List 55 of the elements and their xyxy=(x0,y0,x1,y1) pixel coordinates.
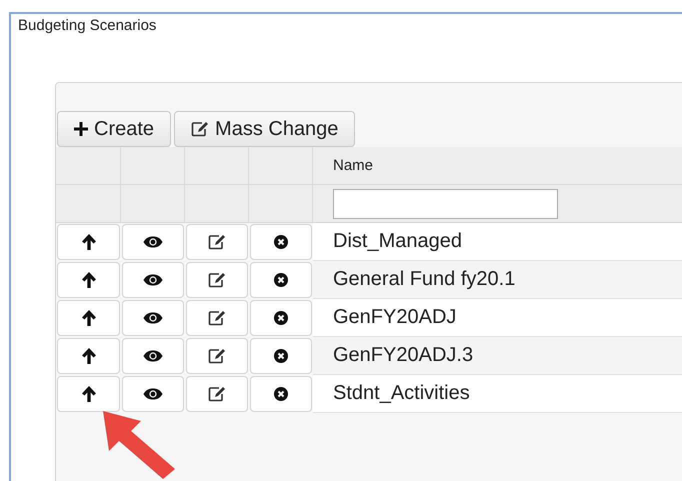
delete-button[interactable] xyxy=(250,300,312,336)
header-cell xyxy=(121,147,185,185)
column-header[interactable]: Name xyxy=(313,147,682,185)
close-icon xyxy=(274,235,288,249)
edit-icon xyxy=(208,348,226,364)
eye-icon xyxy=(143,236,163,248)
move-up-button[interactable] xyxy=(57,300,120,336)
up-arrow-icon xyxy=(82,272,96,288)
filter-row-cell xyxy=(121,185,185,223)
create-button[interactable]: Create xyxy=(57,111,172,147)
edit-button[interactable] xyxy=(186,338,248,374)
move-up-button[interactable] xyxy=(57,262,120,298)
eye-icon xyxy=(143,274,163,286)
header-cell xyxy=(249,147,313,185)
edit-icon xyxy=(208,386,226,402)
plus-icon xyxy=(74,122,88,136)
edit-icon xyxy=(208,272,226,288)
up-arrow-icon xyxy=(82,310,96,326)
view-button[interactable] xyxy=(122,262,184,298)
move-up-button[interactable] xyxy=(57,338,120,374)
edit-button[interactable] xyxy=(186,262,248,298)
mass-change-button[interactable]: Mass Change xyxy=(174,111,356,147)
eye-icon xyxy=(143,312,163,324)
up-arrow-icon xyxy=(82,234,96,250)
move-up-button[interactable] xyxy=(57,376,120,412)
up-arrow-icon xyxy=(82,348,96,364)
delete-button[interactable] xyxy=(250,224,312,260)
view-button[interactable] xyxy=(122,376,184,412)
header-cell xyxy=(185,147,249,185)
eye-icon xyxy=(143,350,163,362)
filter-row-cell xyxy=(185,185,249,223)
edit-icon xyxy=(191,121,210,137)
view-button[interactable] xyxy=(122,338,184,374)
view-button[interactable] xyxy=(122,224,184,260)
close-icon xyxy=(274,311,288,325)
up-arrow-icon xyxy=(82,386,96,402)
edit-icon xyxy=(208,310,226,326)
move-up-button[interactable] xyxy=(57,224,120,260)
window-title: Budgeting Scenarios xyxy=(17,16,158,36)
table-cell: GenFY20ADJ xyxy=(313,299,682,337)
table-cell: Stdnt_Activities xyxy=(313,375,682,413)
table-cell: Dist_Managed xyxy=(313,223,682,261)
edit-button[interactable] xyxy=(186,300,248,336)
filter-field[interactable] xyxy=(333,188,558,218)
delete-button[interactable] xyxy=(250,376,312,412)
eye-icon xyxy=(143,388,163,400)
close-icon xyxy=(274,387,288,401)
close-icon xyxy=(274,349,288,363)
edit-button[interactable] xyxy=(186,376,248,412)
edit-icon xyxy=(208,234,226,250)
view-button[interactable] xyxy=(122,300,184,336)
delete-button[interactable] xyxy=(250,262,312,298)
close-icon xyxy=(274,273,288,287)
delete-button[interactable] xyxy=(250,338,312,374)
edit-button[interactable] xyxy=(186,224,248,260)
